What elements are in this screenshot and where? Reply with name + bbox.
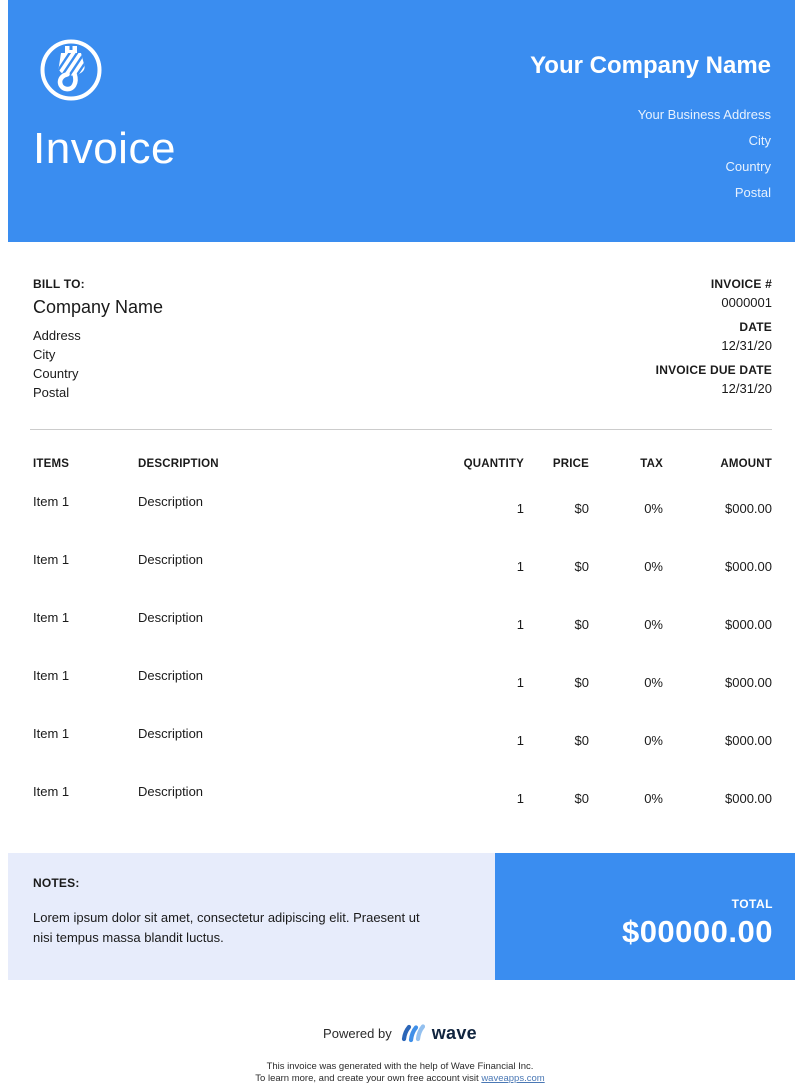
cell-description: Description	[138, 784, 204, 799]
cell-tax: 0%	[644, 733, 663, 748]
col-header-amount: AMOUNT	[720, 458, 772, 470]
col-header-tax: TAX	[640, 458, 663, 470]
cell-description: Description	[138, 668, 204, 683]
section-divider	[30, 429, 772, 430]
cell-tax: 0%	[644, 791, 663, 806]
notes-label: NOTES:	[33, 876, 80, 890]
table-row: Item 1 Description 1 $0 0% $000.00	[33, 596, 772, 644]
bill-to-label: BILL TO:	[33, 277, 85, 291]
bill-to-address-line: Country	[33, 366, 79, 381]
col-header-quantity: QUANTITY	[463, 458, 524, 470]
cell-price: $0	[574, 617, 589, 632]
powered-by-row: Powered by wave	[323, 1022, 477, 1044]
company-address: Your Business Address City Country Posta…	[530, 102, 771, 206]
crane-hook-logo-icon	[39, 38, 103, 102]
table-row: Item 1 Description 1 $0 0% $000.00	[33, 538, 772, 586]
bill-to-address-line: City	[33, 347, 56, 362]
cell-item: Item 1	[33, 668, 70, 683]
invoice-due-date-value: 12/31/20	[721, 381, 772, 396]
cell-description: Description	[138, 552, 204, 567]
cell-quantity: 1	[516, 501, 524, 516]
cell-tax: 0%	[644, 675, 663, 690]
cell-item: Item 1	[33, 784, 70, 799]
table-row: Item 1 Description 1 $0 0% $000.00	[33, 480, 772, 528]
cell-quantity: 1	[516, 791, 524, 806]
powered-by-text: Powered by	[323, 1025, 392, 1041]
table-row: Item 1 Description 1 $0 0% $000.00	[33, 770, 772, 818]
invoice-date-value: 12/31/20	[721, 338, 772, 353]
invoice-info-section: BILL TO: Company Name Address City Count…	[0, 242, 800, 405]
cell-item: Item 1	[33, 610, 70, 625]
cell-amount: $000.00	[725, 675, 772, 690]
cell-tax: 0%	[644, 501, 663, 516]
company-address-line: City	[748, 133, 771, 148]
invoice-due-date-label: INVOICE DUE DATE	[655, 363, 772, 377]
bill-to-address-line: Address	[33, 328, 81, 343]
wave-logo-icon	[399, 1022, 425, 1044]
bill-to-address: Address City Country Postal	[33, 326, 163, 402]
cell-amount: $000.00	[725, 733, 772, 748]
footer-line2-text: To learn more, and create your own free …	[255, 1073, 482, 1084]
col-header-price: PRICE	[552, 458, 589, 470]
items-table: ITEMS DESCRIPTION QUANTITY PRICE TAX AMO…	[0, 458, 800, 818]
invoice-page: Invoice Your Company Name Your Business …	[0, 0, 800, 1084]
notes-box: NOTES: Lorem ipsum dolor sit amet, conse…	[8, 853, 495, 980]
total-value: $00000.00	[621, 914, 773, 949]
table-row: Item 1 Description 1 $0 0% $000.00	[33, 712, 772, 760]
bill-to-block: BILL TO: Company Name Address City Count…	[33, 276, 163, 405]
invoice-header: Invoice Your Company Name Your Business …	[8, 0, 795, 242]
cell-price: $0	[574, 501, 589, 516]
footer-line2: To learn more, and create your own free …	[0, 1073, 800, 1085]
cell-quantity: 1	[516, 733, 524, 748]
cell-description: Description	[138, 726, 204, 741]
cell-item: Item 1	[33, 552, 70, 567]
cell-price: $0	[574, 559, 589, 574]
bill-to-address-line: Postal	[33, 385, 70, 400]
cell-quantity: 1	[516, 617, 524, 632]
cell-quantity: 1	[516, 675, 524, 690]
cell-description: Description	[138, 494, 204, 509]
invoice-number-label: INVOICE #	[710, 277, 772, 291]
cell-item: Item 1	[33, 494, 70, 509]
footer-line1: This invoice was generated with the help…	[266, 1061, 534, 1072]
company-name: Your Company Name	[530, 52, 771, 79]
col-header-description: DESCRIPTION	[138, 458, 219, 470]
invoice-number-value: 0000001	[721, 295, 772, 310]
cell-amount: $000.00	[725, 559, 772, 574]
waveapps-link[interactable]: waveapps.com	[481, 1073, 544, 1084]
footer: Powered by wave This invoice was generat…	[0, 1022, 800, 1085]
invoice-meta-block: INVOICE # 0000001 DATE 12/31/20 INVOICE …	[656, 276, 772, 405]
wave-brand-text: wave	[431, 1022, 477, 1043]
items-table-header: ITEMS DESCRIPTION QUANTITY PRICE TAX AMO…	[33, 458, 772, 470]
col-header-items: ITEMS	[33, 458, 70, 470]
bill-to-company: Company Name	[33, 297, 164, 317]
company-address-line: Country	[725, 159, 771, 174]
cell-description: Description	[138, 610, 204, 625]
notes-text: Lorem ipsum dolor sit amet, consectetur …	[33, 910, 420, 945]
total-box: TOTAL $00000.00	[495, 853, 795, 980]
cell-price: $0	[574, 675, 589, 690]
company-address-line: Postal	[734, 185, 771, 200]
cell-quantity: 1	[516, 559, 524, 574]
cell-item: Item 1	[33, 726, 70, 741]
cell-amount: $000.00	[725, 501, 772, 516]
cell-price: $0	[574, 733, 589, 748]
cell-amount: $000.00	[725, 791, 772, 806]
invoice-date-label: DATE	[739, 320, 772, 334]
footer-fine-print: This invoice was generated with the help…	[0, 1061, 800, 1085]
cell-tax: 0%	[644, 617, 663, 632]
cell-tax: 0%	[644, 559, 663, 574]
summary-band: NOTES: Lorem ipsum dolor sit amet, conse…	[8, 853, 795, 980]
document-title: Invoice	[33, 124, 176, 173]
company-address-line: Your Business Address	[637, 107, 771, 122]
cell-price: $0	[574, 791, 589, 806]
table-row: Item 1 Description 1 $0 0% $000.00	[33, 654, 772, 702]
total-label: TOTAL	[731, 897, 773, 911]
cell-amount: $000.00	[725, 617, 772, 632]
